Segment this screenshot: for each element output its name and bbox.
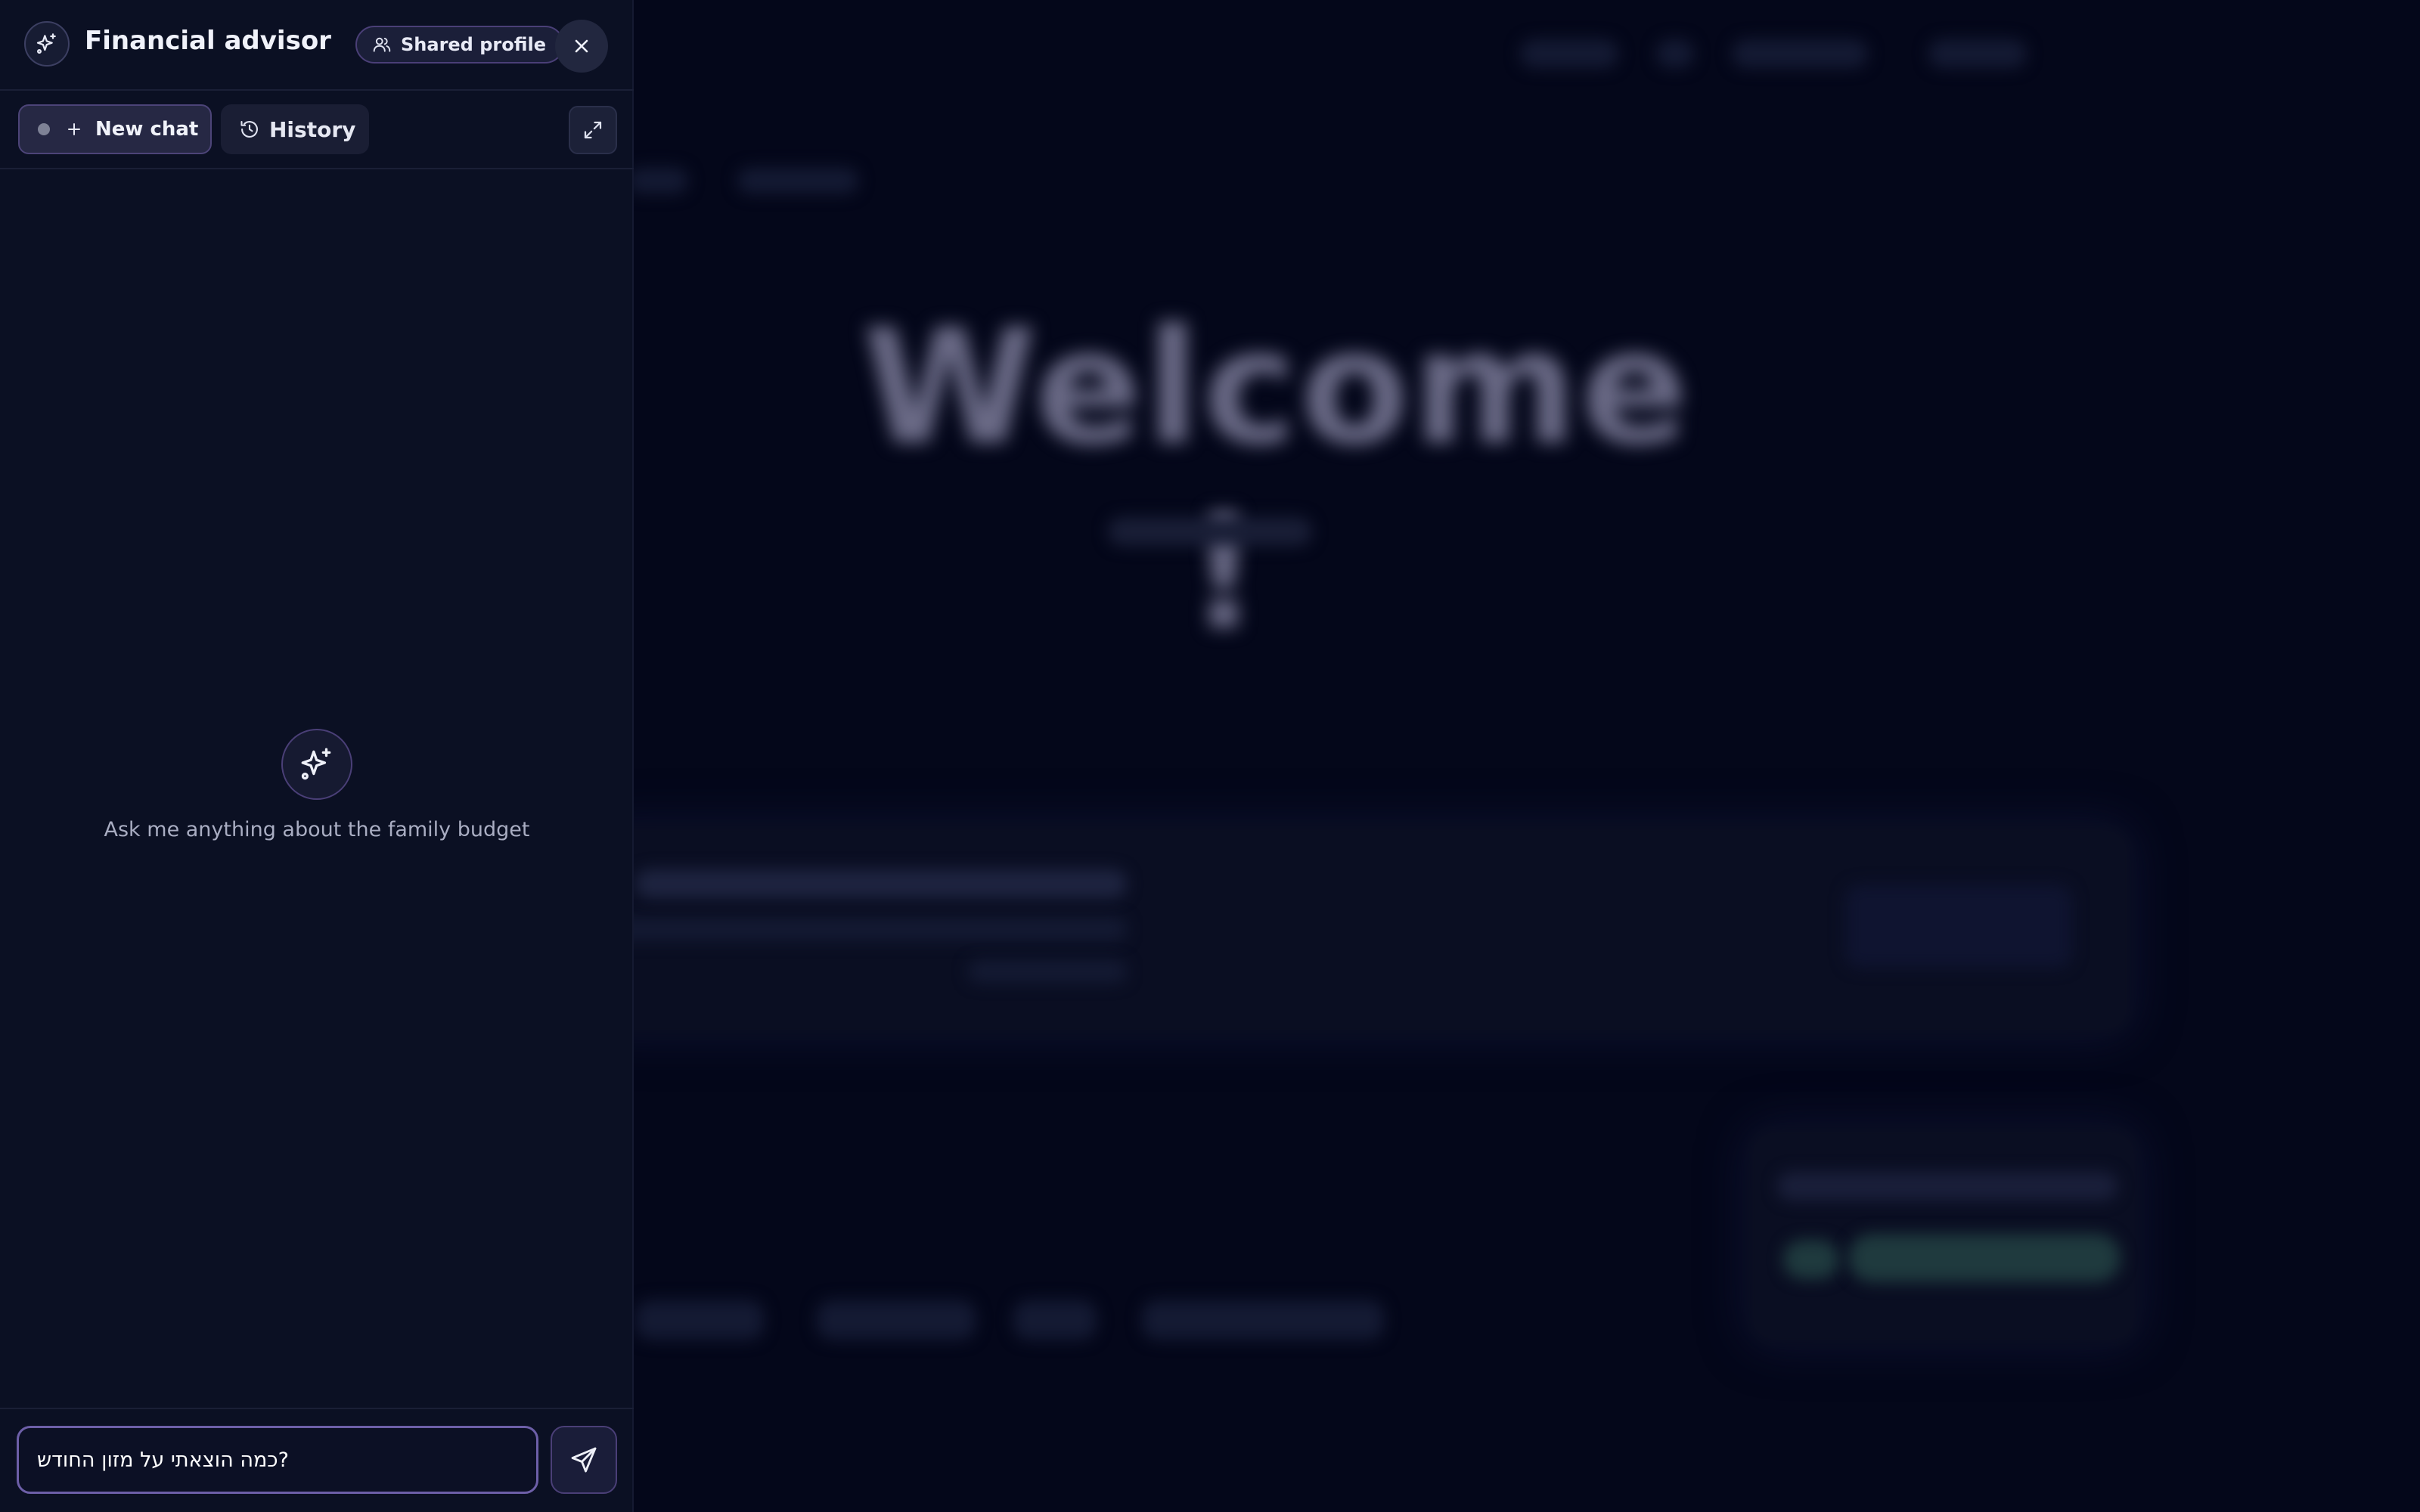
panel-title: Financial advisor	[85, 26, 331, 56]
empty-state-message: Ask me anything about the family budget	[104, 818, 530, 841]
history-label: History	[269, 116, 356, 142]
composer	[0, 1408, 634, 1512]
panel-header: Financial advisor Shared profile	[0, 0, 634, 91]
bg-subtitle	[1108, 517, 1312, 546]
history-button[interactable]: History	[221, 104, 369, 154]
shared-profile-label: Shared profile	[401, 34, 547, 55]
panel-toolbar: New chat History	[0, 91, 634, 169]
bg-welcome-heading: Welcome !	[862, 295, 1692, 665]
new-chat-button[interactable]: New chat	[18, 104, 212, 154]
bg-footer-item	[1013, 1300, 1097, 1340]
bg-chip	[1783, 1240, 1839, 1279]
bg-chip	[1848, 1234, 2121, 1282]
plus-icon	[65, 120, 83, 138]
bg-tab	[737, 168, 858, 194]
history-icon	[239, 119, 260, 140]
send-button[interactable]	[551, 1426, 617, 1494]
shared-profile-button[interactable]: Shared profile	[355, 26, 565, 64]
bg-tab	[628, 168, 688, 194]
bg-nav-item	[1732, 39, 1868, 68]
bg-card-button	[1845, 885, 2072, 968]
bg-card-heading	[635, 869, 1127, 898]
bg-footer-item	[635, 1300, 764, 1340]
bg-card-text	[605, 918, 1127, 940]
close-button[interactable]	[555, 20, 608, 73]
status-dot	[38, 123, 50, 135]
bg-card-text	[968, 960, 1127, 983]
bg-card-heading	[1777, 1172, 2118, 1201]
close-icon	[575, 39, 588, 53]
bg-nav-item	[1520, 39, 1618, 68]
sparkles-icon	[24, 21, 70, 67]
users-icon	[372, 35, 392, 54]
send-icon	[571, 1447, 597, 1473]
chat-panel: Financial advisor Shared profile New cha…	[0, 0, 634, 1512]
sparkles-icon	[281, 729, 352, 800]
bg-footer-item	[817, 1300, 976, 1340]
bg-nav-item	[1656, 39, 1694, 68]
bg-nav-item	[1928, 39, 2027, 68]
message-input[interactable]	[17, 1426, 538, 1494]
expand-icon	[584, 121, 602, 139]
expand-button[interactable]	[569, 106, 617, 154]
bg-footer-item	[1142, 1300, 1384, 1340]
new-chat-label: New chat	[95, 118, 199, 141]
